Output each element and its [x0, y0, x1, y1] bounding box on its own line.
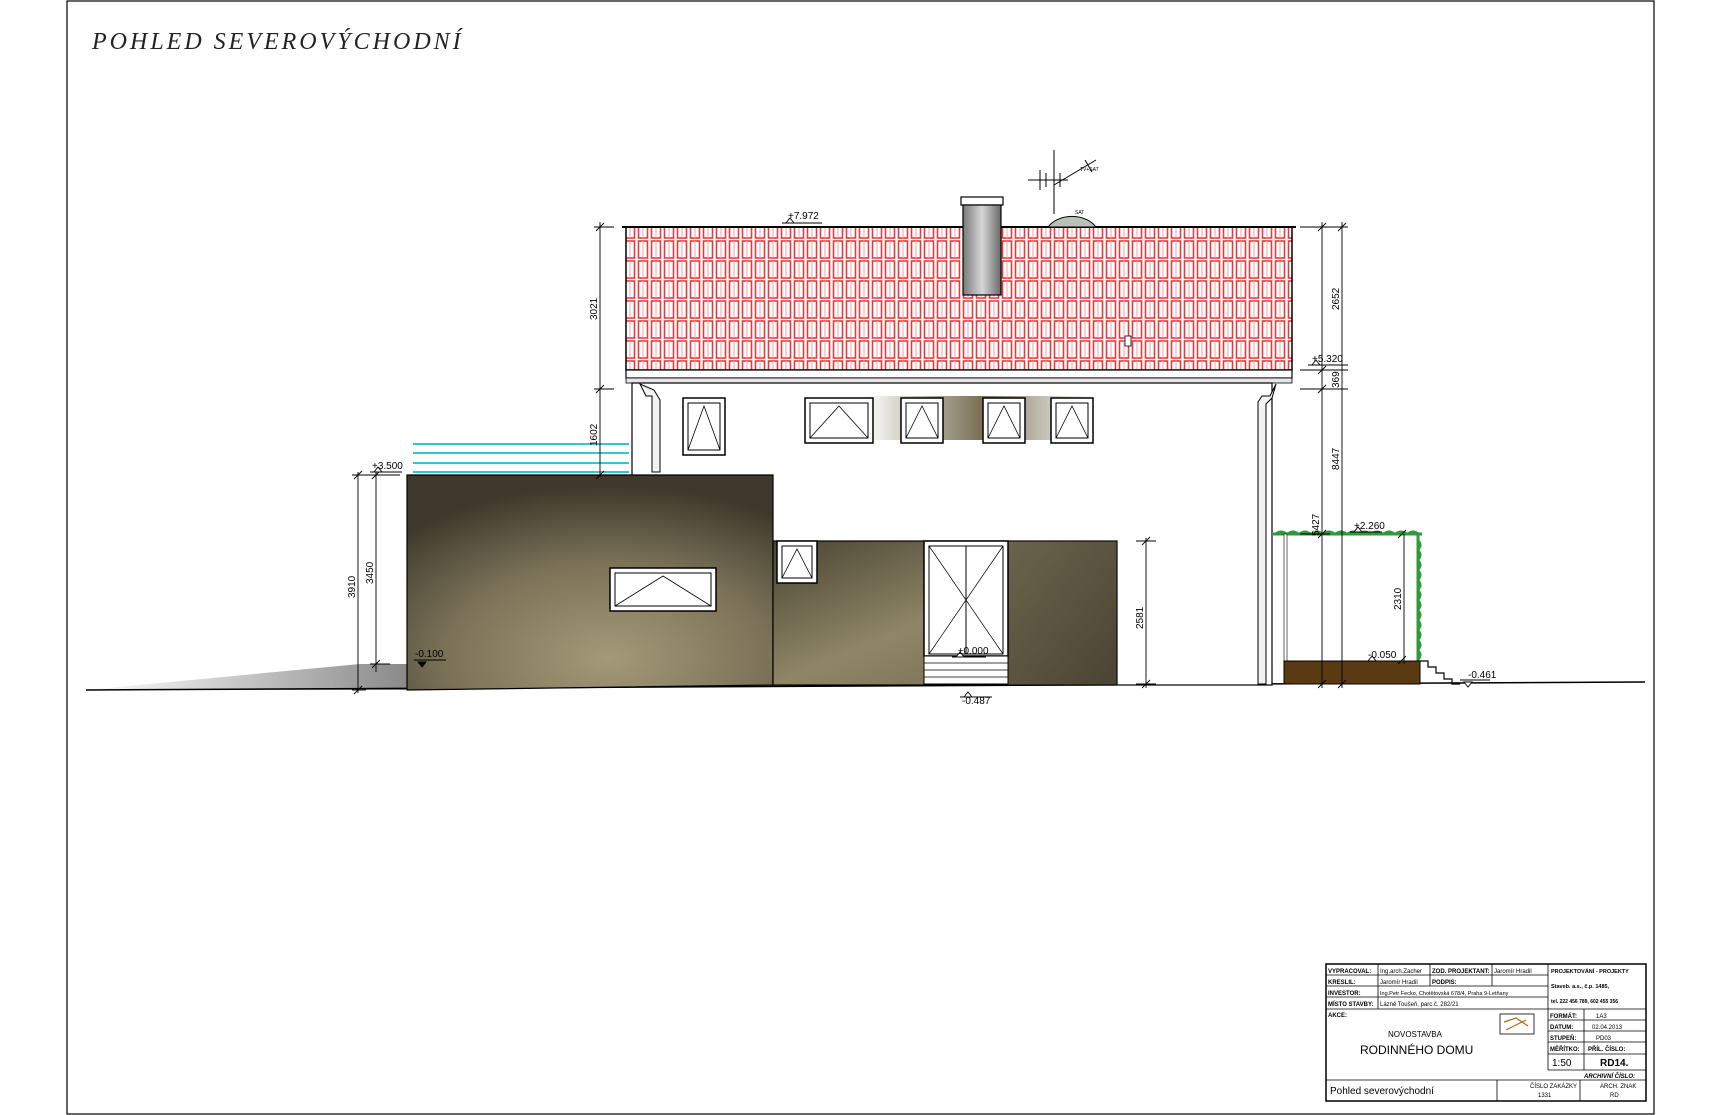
tb-label: ARCHIVNÍ ČÍSLO:: [1583, 1072, 1635, 1080]
tb-label: PŘÍL. ČÍSLO:: [1588, 1045, 1625, 1053]
terrace-deck: [1283, 660, 1421, 685]
entrance-door: [923, 540, 1009, 685]
tb-label: ARCH. ZNAK: [1600, 1084, 1636, 1090]
tb-label: KRESLIL:: [1328, 980, 1356, 986]
level-terrain-right: -0.461: [1468, 670, 1497, 681]
eaves-fascia: [625, 369, 1293, 379]
tb-label: VYPRACOVAL:: [1328, 969, 1371, 975]
dim-roof-height: 3021: [589, 297, 600, 320]
level-pergola-floor: -0.050: [1368, 650, 1397, 661]
dim-door-wall: 2581: [1135, 606, 1146, 629]
tb-label: INVESTOR:: [1328, 991, 1361, 997]
level-pergola: +2.260: [1354, 521, 1385, 532]
tb-company: PROJEKTOVÁNÍ - PROJEKTY: [1551, 967, 1629, 975]
window: [804, 397, 874, 444]
middle-block: [772, 540, 1118, 686]
window: [609, 567, 717, 612]
drawing-sheet: POHLED SEVEROVÝCHODNÍ SAT TV+SAT +7.972 …: [66, 0, 1655, 1115]
chimney: [962, 204, 1002, 296]
level-entrance: ±0.000: [958, 646, 989, 657]
tb-value: Lázně Toušeň, parc.č. 282/21: [1380, 1002, 1459, 1008]
dim-right-369: 369: [1331, 371, 1342, 388]
tb-value: Jaromír Hradil: [1494, 969, 1532, 975]
tb-label: ČÍSLO ZAKÁZKY: [1530, 1083, 1577, 1090]
dim-wall-upper: 1602: [589, 423, 600, 446]
tb-value: PD03: [1596, 1036, 1612, 1042]
tb-value: Ing.Petr Fecko, Chotětovská 678/4, Praha…: [1380, 991, 1509, 997]
tb-label: STUPEŇ:: [1550, 1034, 1576, 1042]
roof-tiles: [625, 226, 1293, 371]
company-logo-icon: [1499, 1013, 1535, 1035]
tb-value: 1A3: [1596, 1014, 1607, 1020]
tb-label: DATUM:: [1550, 1025, 1573, 1031]
tb-value: Ing.arch.Zacher: [1380, 969, 1422, 975]
level-terrace-roof: +3.500: [372, 461, 403, 472]
dim-right-total: 8447: [1331, 447, 1342, 470]
dim-left-wall: 3450: [365, 561, 376, 584]
tb-project-line1: NOVOSTAVBA: [1388, 1030, 1443, 1039]
tb-label: MÍSTO STAVBY:: [1328, 1000, 1374, 1008]
tb-value: Jaromír Hradil: [1380, 980, 1418, 986]
tb-drawing-name: Pohled severovýchodní: [1330, 1086, 1434, 1097]
tb-label: MĚŘÍTKO:: [1550, 1045, 1580, 1053]
level-garden-floor: -0.100: [415, 649, 444, 660]
tb-label: PODPIS:: [1432, 980, 1457, 986]
level-eaves: +5.320: [1312, 354, 1343, 365]
window: [982, 397, 1026, 444]
tb-label: FORMÁT:: [1550, 1013, 1577, 1020]
tb-project-line2: RODINNÉHO DOMU: [1360, 1042, 1473, 1057]
dim-left-total: 3910: [347, 575, 358, 598]
tb-label: AKCE:: [1328, 1013, 1347, 1019]
drawing-title: POHLED SEVEROVÝCHODNÍ: [91, 29, 464, 55]
chimney-cap: [960, 196, 1004, 206]
window: [1050, 397, 1094, 444]
tb-scale: 1:50: [1552, 1058, 1572, 1069]
dim-right-roof: 2652: [1331, 287, 1342, 310]
tb-value: 02.04.2013: [1592, 1025, 1623, 1031]
tb-value: RD: [1610, 1093, 1619, 1099]
window: [900, 397, 944, 444]
title-block: VYPRACOVAL: Ing.arch.Zacher ZOD. PROJEKT…: [1325, 963, 1647, 1102]
tb-label: ZOD. PROJEKTANT:: [1432, 969, 1490, 975]
antenna-label: TV+SAT: [1080, 167, 1099, 173]
level-terrain-door: -0.487: [962, 696, 991, 707]
dim-right-5427: 5427: [1311, 513, 1322, 536]
tb-value: 1331: [1538, 1093, 1552, 1099]
window: [776, 540, 818, 584]
window: [682, 397, 726, 456]
tb-company: Staveb. a.s., č.p. 1485,: [1551, 984, 1610, 990]
tb-sheet-number: RD14.: [1600, 1058, 1629, 1069]
level-ridge: +7.972: [788, 211, 819, 222]
dim-pergola-height: 2310: [1393, 587, 1404, 610]
garage-block: [406, 474, 774, 691]
dish-label: SAT: [1075, 210, 1084, 216]
tb-company: tel. 222 456 789, 602 455 356: [1551, 999, 1618, 1005]
